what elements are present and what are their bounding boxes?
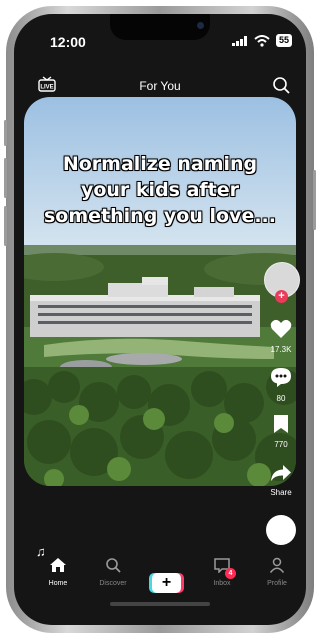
nav-home[interactable]: Home [33, 557, 83, 587]
inbox-badge: 4 [225, 568, 236, 579]
create-button[interactable]: + [152, 573, 181, 593]
wifi-icon [254, 34, 270, 47]
profile-icon [269, 557, 285, 573]
bookmark-icon [274, 415, 288, 433]
nav-profile[interactable]: Profile [252, 557, 302, 587]
nav-discover-label: Discover [99, 580, 127, 587]
notch [110, 14, 210, 40]
comment-action[interactable]: 80 [263, 367, 299, 403]
phone-screen: 12:00 55 LIVE For You Normalize naming y… [14, 14, 306, 625]
nav-profile-label: Profile [267, 580, 287, 587]
home-indicator [110, 602, 210, 606]
nav-inbox[interactable]: Inbox [197, 557, 247, 587]
phone-side-button [4, 158, 7, 198]
nav-home-label: Home [48, 580, 68, 587]
search-icon[interactable] [272, 76, 290, 99]
comment-count: 80 [276, 394, 286, 403]
status-icons: 55 [231, 34, 292, 47]
heart-icon [270, 319, 292, 338]
share-icon [271, 465, 291, 481]
phone-side-button [4, 206, 7, 246]
save-count: 770 [274, 440, 288, 449]
share-label: Share [270, 488, 292, 497]
battery-indicator: 55 [275, 34, 292, 47]
discover-search-icon [106, 558, 121, 573]
signal-icon [231, 35, 247, 46]
phone-side-button [4, 120, 7, 146]
home-icon [50, 558, 66, 572]
save-action[interactable]: 770 [263, 414, 299, 449]
nav-inbox-label: Inbox [213, 580, 231, 587]
status-time: 12:00 [50, 34, 86, 50]
video-caption: Normalize naming your kids after somethi… [44, 153, 276, 227]
follow-button[interactable]: + [275, 290, 288, 303]
phone-power-button [313, 170, 316, 230]
comment-icon [271, 368, 291, 387]
front-camera [197, 22, 204, 29]
feed-title[interactable]: For You [14, 79, 306, 93]
like-action[interactable]: 17.3K [263, 319, 299, 354]
video-player[interactable]: Normalize naming your kids after somethi… [24, 97, 296, 486]
sound-disc[interactable] [266, 515, 296, 545]
nav-discover[interactable]: Discover [88, 557, 138, 587]
like-count: 17.3K [270, 345, 292, 354]
share-action[interactable]: Share [263, 464, 299, 497]
